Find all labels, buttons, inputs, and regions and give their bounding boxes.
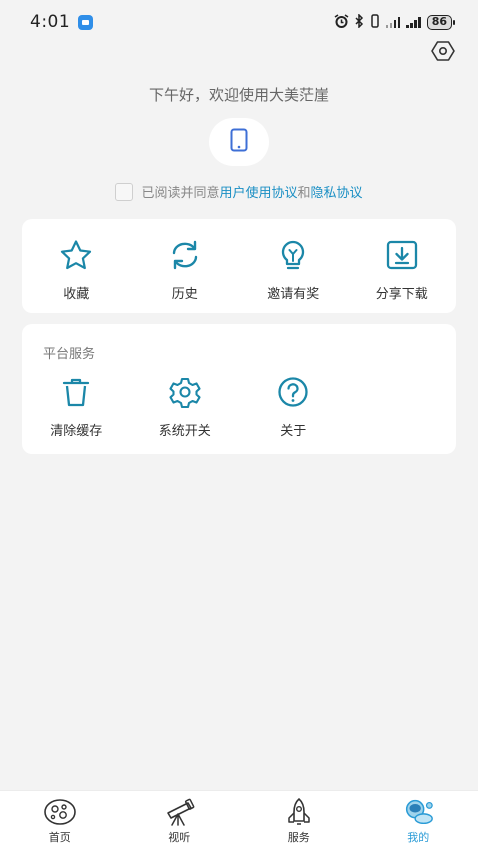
phone-icon [230, 128, 248, 156]
vibrate-icon [370, 13, 380, 31]
tab-services[interactable]: 服务 [239, 791, 359, 850]
quick-actions-card: 收藏 历史 邀请有奖 分享下载 [22, 219, 456, 313]
system-switch-label: 系统开关 [158, 424, 211, 439]
share-download-label: 分享下载 [375, 287, 428, 302]
status-right: 86 [334, 12, 456, 31]
tab-mine[interactable]: 我的 [359, 791, 478, 850]
services-grid: 清除缓存 系统开关 关于 [22, 374, 456, 439]
tab-home-label: 首页 [48, 831, 71, 844]
rocket-icon [282, 797, 316, 827]
agreement-row: 已阅读并同意用户使用协议和隐私协议 [0, 182, 478, 201]
status-bar: 4:01 86 [0, 0, 478, 44]
status-time: 4:01 [30, 12, 71, 32]
status-left: 4:01 [30, 12, 94, 32]
question-icon [275, 374, 311, 410]
about-label: 关于 [280, 424, 307, 439]
agreement-checkbox[interactable] [115, 182, 134, 201]
settings-button[interactable] [430, 40, 456, 66]
quick-actions-grid: 收藏 历史 邀请有奖 分享下载 [22, 237, 456, 302]
tab-home[interactable]: 首页 [0, 791, 120, 850]
tab-audio-visual-label: 视听 [168, 831, 191, 844]
download-icon [384, 237, 420, 273]
agreement-prefix: 已阅读并同意 [141, 186, 220, 201]
favorites-button[interactable]: 收藏 [22, 237, 131, 302]
greeting-text: 下午好，欢迎使用大美茫崖 [148, 86, 329, 104]
home-planet-icon [43, 797, 77, 827]
tab-audio-visual[interactable]: 视听 [120, 791, 240, 850]
privacy-agreement-link[interactable]: 隐私协议 [311, 186, 363, 201]
history-button[interactable]: 历史 [131, 237, 240, 302]
invite-reward-label: 邀请有奖 [267, 287, 320, 302]
services-section-title: 平台服务 [43, 347, 96, 362]
history-label: 历史 [171, 287, 198, 302]
battery-indicator: 86 [426, 14, 456, 30]
alarm-icon [334, 13, 349, 31]
login-avatar[interactable] [209, 118, 269, 166]
share-download-button[interactable]: 分享下载 [348, 237, 457, 302]
trash-icon [58, 374, 94, 410]
agreement-conjunction: 和 [297, 186, 311, 201]
lightbulb-icon [275, 237, 311, 273]
tab-mine-label: 我的 [407, 831, 430, 844]
system-switch-button[interactable]: 系统开关 [131, 374, 240, 439]
refresh-icon [167, 237, 203, 273]
clear-cache-label: 清除缓存 [50, 424, 103, 439]
astronaut-icon [401, 797, 435, 827]
signal-icon [385, 16, 401, 28]
favorites-label: 收藏 [63, 287, 90, 302]
invite-reward-button[interactable]: 邀请有奖 [239, 237, 348, 302]
clear-cache-button[interactable]: 清除缓存 [22, 374, 131, 439]
hexagon-settings-icon [431, 40, 455, 66]
bluetooth-icon [355, 12, 364, 31]
agreement-text: 已阅读并同意用户使用协议和隐私协议 [141, 182, 362, 201]
gear-icon [167, 374, 203, 410]
user-agreement-link[interactable]: 用户使用协议 [219, 186, 297, 201]
star-icon [58, 237, 94, 273]
signal-icon [406, 16, 421, 28]
bottom-tab-bar: 首页 视听 服务 我的 [0, 790, 478, 850]
about-button[interactable]: 关于 [239, 374, 348, 439]
platform-services-card: 平台服务 清除缓存 系统开关 关于 [22, 324, 456, 454]
tab-services-label: 服务 [287, 831, 310, 844]
app-notification-icon [78, 14, 94, 30]
telescope-icon [162, 797, 196, 827]
